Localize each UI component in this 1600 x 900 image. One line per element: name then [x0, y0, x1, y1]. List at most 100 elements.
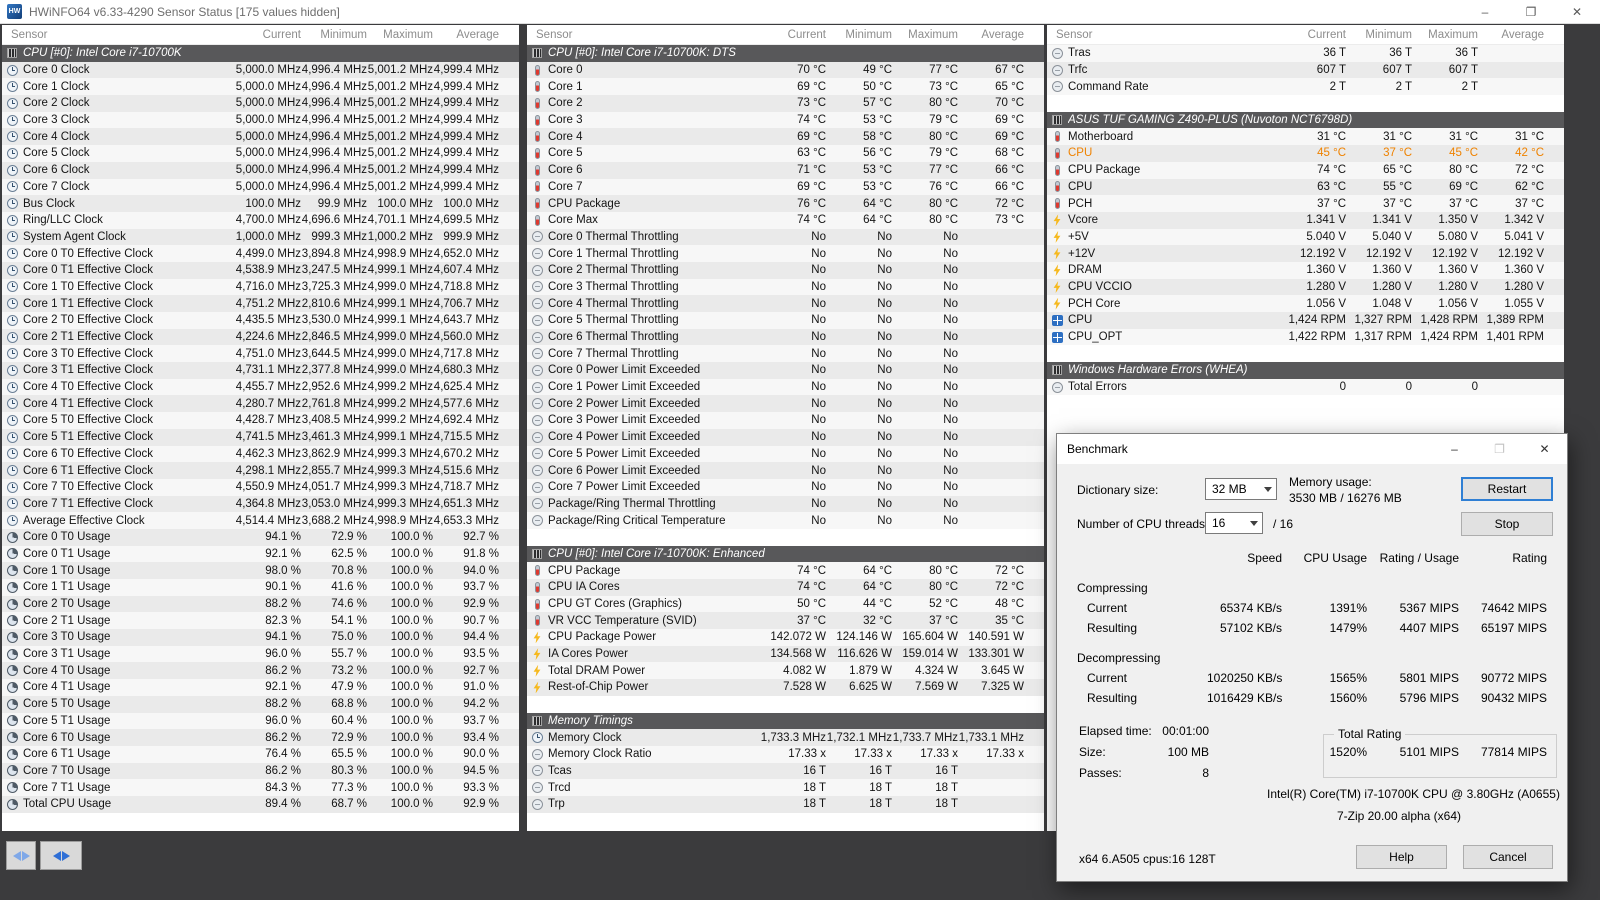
col-header-current[interactable]: Current: [760, 29, 826, 41]
sensor-row[interactable]: Core 7 Thermal Throttling No No No: [527, 345, 1044, 363]
sensor-row[interactable]: Core 1 T1 Effective Clock 4,751.2 MHz 2,81…: [2, 295, 519, 312]
sensor-row[interactable]: Core 4 T0 Effective Clock 4,455.7 MHz 2,95…: [2, 378, 519, 396]
cpu-threads-select[interactable]: 16: [1205, 512, 1263, 534]
sensor-row[interactable]: Core 6 T0 Usage 86.2 % 72.9 % 100.0 % 93.4 %: [2, 729, 519, 746]
sensor-row[interactable]: Core 1 T0 Usage 98.0 % 70.8 % 100.0 % 94.0 %: [2, 562, 519, 579]
stop-button[interactable]: Stop: [1461, 512, 1553, 536]
sensor-row[interactable]: Core 2 T0 Usage 88.2 % 74.6 % 100.0 % 92.9 %: [2, 595, 519, 613]
sensor-row[interactable]: CPU Package 74 °C 65 °C 80 °C 72 °C: [1047, 161, 1564, 179]
section-header-row[interactable]: Windows Hardware Errors (WHEA): [1047, 362, 1564, 379]
sensor-row[interactable]: Core 0 T1 Usage 92.1 % 62.5 % 100.0 % 91.8 %: [2, 545, 519, 563]
sensor-row[interactable]: Ring/LLC Clock 4,700.0 MHz 4,696.6 MHz 4,70…: [2, 211, 519, 229]
cancel-button[interactable]: Cancel: [1463, 845, 1553, 869]
sensor-row[interactable]: Core 0 Thermal Throttling No No No: [527, 228, 1044, 246]
sensor-row[interactable]: Core 2 T0 Effective Clock 4,435.5 MHz 3,53…: [2, 312, 519, 329]
sensor-row[interactable]: CPU GT Cores (Graphics) 50 °C 44 °C 52 °C 48…: [527, 595, 1044, 613]
sensor-row[interactable]: Total CPU Usage 89.4 % 68.7 % 100.0 % 92.9 %: [2, 795, 519, 813]
sensor-row[interactable]: Core 0 Clock 5,000.0 MHz 4,996.4 MHz 5,001.…: [2, 61, 519, 79]
sensor-row[interactable]: Core 3 Clock 5,000.0 MHz 4,996.4 MHz 5,001.…: [2, 111, 519, 129]
benchmark-close-button[interactable]: ✕: [1522, 434, 1567, 464]
sensor-row[interactable]: Core 7 T0 Effective Clock 4,550.9 MHz 4,05…: [2, 478, 519, 496]
sensor-row[interactable]: Core 3 T0 Effective Clock 4,751.0 MHz 3,64…: [2, 345, 519, 363]
col-header-average[interactable]: Average: [958, 29, 1024, 41]
sensor-row[interactable]: Core 2 T1 Usage 82.3 % 54.1 % 100.0 % 90.7 %: [2, 612, 519, 630]
col-header-sensor[interactable]: Sensor: [527, 29, 760, 41]
sensor-row[interactable]: CPU 45 °C 37 °C 45 °C 42 °C: [1047, 145, 1564, 162]
sensor-row[interactable]: Core 3 Power Limit Exceeded No No No: [527, 412, 1044, 429]
sensor-row[interactable]: Core 7 Clock 5,000.0 MHz 4,996.4 MHz 5,001.…: [2, 178, 519, 196]
sensor-row[interactable]: Core 5 Clock 5,000.0 MHz 4,996.4 MHz 5,001.…: [2, 145, 519, 162]
sensor-row[interactable]: VR VCC Temperature (SVID) 37 °C 32 °C 37 °C…: [527, 612, 1044, 630]
sensor-row[interactable]: Trp 18 T 18 T 18 T: [527, 795, 1044, 813]
sensor-row[interactable]: Core 3 T1 Usage 96.0 % 55.7 % 100.0 % 93.5 %: [2, 645, 519, 663]
sensor-row[interactable]: Core 6 T1 Effective Clock 4,298.1 MHz 2,85…: [2, 462, 519, 479]
sensor-row[interactable]: Core 4 Power Limit Exceeded No No No: [527, 428, 1044, 446]
sensor-row[interactable]: Total DRAM Power 4.082 W 1.879 W 4.324 W 3.6…: [527, 662, 1044, 680]
sensor-row[interactable]: Core 3 T0 Usage 94.1 % 75.0 % 100.0 % 94.4 %: [2, 629, 519, 646]
sensor-row[interactable]: Core 5 Power Limit Exceeded No No No: [527, 445, 1044, 463]
section-header-row[interactable]: CPU [#0]: Intel Core i7-10700K: [2, 45, 519, 62]
sensor-row[interactable]: Core 6 T1 Usage 76.4 % 65.5 % 100.0 % 90.0 %: [2, 745, 519, 763]
sensor-row[interactable]: Trcd 18 T 18 T 18 T: [527, 779, 1044, 796]
sensor-row[interactable]: Core 5 63 °C 56 °C 79 °C 68 °C: [527, 145, 1044, 162]
sensor-row[interactable]: Core 6 Clock 5,000.0 MHz 4,996.4 MHz 5,001.…: [2, 161, 519, 179]
sensor-row[interactable]: Core 5 Thermal Throttling No No No: [527, 312, 1044, 329]
sensor-row[interactable]: CPU Package 76 °C 64 °C 80 °C 72 °C: [527, 195, 1044, 212]
sensor-row[interactable]: Core 6 71 °C 53 °C 77 °C 66 °C: [527, 161, 1044, 179]
maximize-button[interactable]: ❐: [1508, 0, 1554, 23]
sensor-row[interactable]: CPU Package 74 °C 64 °C 80 °C 72 °C: [527, 562, 1044, 579]
col-header-average[interactable]: Average: [1478, 29, 1544, 41]
sensor-row[interactable]: Core 1 T0 Effective Clock 4,716.0 MHz 3,72…: [2, 278, 519, 296]
sensor-row[interactable]: Core 4 Thermal Throttling No No No: [527, 295, 1044, 312]
sensor-row[interactable]: PCH Core 1.056 V 1.048 V 1.056 V 1.055 V: [1047, 295, 1564, 312]
sensor-row[interactable]: Core 7 T0 Usage 86.2 % 80.3 % 100.0 % 94.5 %: [2, 762, 519, 780]
sensor-row[interactable]: Core 0 T0 Effective Clock 4,499.0 MHz 3,89…: [2, 245, 519, 262]
section-header-row[interactable]: Memory Timings: [527, 712, 1044, 730]
nav-next-button[interactable]: [40, 841, 82, 870]
restart-button[interactable]: Restart: [1461, 477, 1553, 501]
minimize-button[interactable]: –: [1462, 0, 1508, 23]
sensor-row[interactable]: CPU 63 °C 55 °C 69 °C 62 °C: [1047, 178, 1564, 196]
sensor-row[interactable]: Core 2 T1 Effective Clock 4,224.6 MHz 2,84…: [2, 328, 519, 346]
sensor-row[interactable]: Memory Clock Ratio 17.33 x 17.33 x 17.33 x 1…: [527, 745, 1044, 763]
sensor-row[interactable]: Core 7 T1 Effective Clock 4,364.8 MHz 3,05…: [2, 495, 519, 513]
sensor-row[interactable]: Core 5 T0 Usage 88.2 % 68.8 % 100.0 % 94.2 %: [2, 695, 519, 713]
sensor-row[interactable]: Core 1 Thermal Throttling No No No: [527, 245, 1044, 262]
sensor-row[interactable]: Core 4 Clock 5,000.0 MHz 4,996.4 MHz 5,001.…: [2, 128, 519, 146]
sensor-row[interactable]: Package/Ring Critical Temperature No No No: [527, 512, 1044, 529]
sensor-row[interactable]: IA Cores Power 134.568 W 116.626 W 159.014 …: [527, 645, 1044, 663]
section-header-row[interactable]: CPU [#0]: Intel Core i7-10700K: DTS: [527, 45, 1044, 62]
sensor-row[interactable]: Core 2 73 °C 57 °C 80 °C 70 °C: [527, 95, 1044, 112]
sensor-row[interactable]: Core 7 69 °C 53 °C 76 °C 66 °C: [527, 178, 1044, 196]
sensor-row[interactable]: Core 0 T1 Effective Clock 4,538.9 MHz 3,24…: [2, 261, 519, 279]
nav-previous-button[interactable]: [6, 841, 36, 870]
col-header-minimum[interactable]: Minimum: [301, 29, 367, 41]
sensor-row[interactable]: Core 6 Power Limit Exceeded No No No: [527, 462, 1044, 479]
sensor-row[interactable]: Memory Clock 1,733.3 MHz 1,732.1 MHz 1,733.…: [527, 729, 1044, 746]
col-header-sensor[interactable]: Sensor: [1047, 29, 1280, 41]
col-header-maximum[interactable]: Maximum: [892, 29, 958, 41]
sensor-row[interactable]: Core 5 T0 Effective Clock 4,428.7 MHz 3,40…: [2, 412, 519, 429]
col-header-maximum[interactable]: Maximum: [1412, 29, 1478, 41]
sensor-row[interactable]: Average Effective Clock 4,514.4 MHz 3,688.…: [2, 512, 519, 529]
sensor-row[interactable]: Core 3 Thermal Throttling No No No: [527, 278, 1044, 296]
sensor-row[interactable]: Rest-of-Chip Power 7.528 W 6.625 W 7.569 W 7…: [527, 679, 1044, 696]
sensor-row[interactable]: Core 1 Power Limit Exceeded No No No: [527, 378, 1044, 396]
sensor-row[interactable]: System Agent Clock 1,000.0 MHz 999.3 MHz 1,…: [2, 228, 519, 246]
sensor-row[interactable]: CPU 1,424 RPM 1,327 RPM 1,428 RPM 1,389 RPM: [1047, 312, 1564, 329]
sensor-row[interactable]: Core 3 74 °C 53 °C 79 °C 69 °C: [527, 111, 1044, 129]
sensor-row[interactable]: CPU_OPT 1,422 RPM 1,317 RPM 1,424 RPM 1,401 …: [1047, 328, 1564, 346]
sensor-row[interactable]: Command Rate 2 T 2 T 2 T: [1047, 78, 1564, 96]
sensor-row[interactable]: Core 4 69 °C 58 °C 80 °C 69 °C: [527, 128, 1044, 146]
sensor-row[interactable]: Package/Ring Thermal Throttling No No No: [527, 495, 1044, 513]
sensor-row[interactable]: Core 4 T1 Usage 92.1 % 47.9 % 100.0 % 91.0 %: [2, 679, 519, 696]
sensor-row[interactable]: CPU VCCIO 1.280 V 1.280 V 1.280 V 1.280 V: [1047, 278, 1564, 296]
col-header-current[interactable]: Current: [235, 29, 301, 41]
sensor-row[interactable]: Tras 36 T 36 T 36 T: [1047, 45, 1564, 62]
col-header-sensor[interactable]: Sensor: [2, 29, 235, 41]
sensor-row[interactable]: DRAM 1.360 V 1.360 V 1.360 V 1.360 V: [1047, 261, 1564, 279]
sensor-row[interactable]: Core 1 T1 Usage 90.1 % 41.6 % 100.0 % 93.7 %: [2, 579, 519, 596]
dictionary-size-select[interactable]: 32 MB: [1205, 478, 1277, 500]
sensor-row[interactable]: Core 2 Thermal Throttling No No No: [527, 261, 1044, 279]
sensor-row[interactable]: Core 5 T1 Usage 96.0 % 60.4 % 100.0 % 93.7 %: [2, 712, 519, 730]
